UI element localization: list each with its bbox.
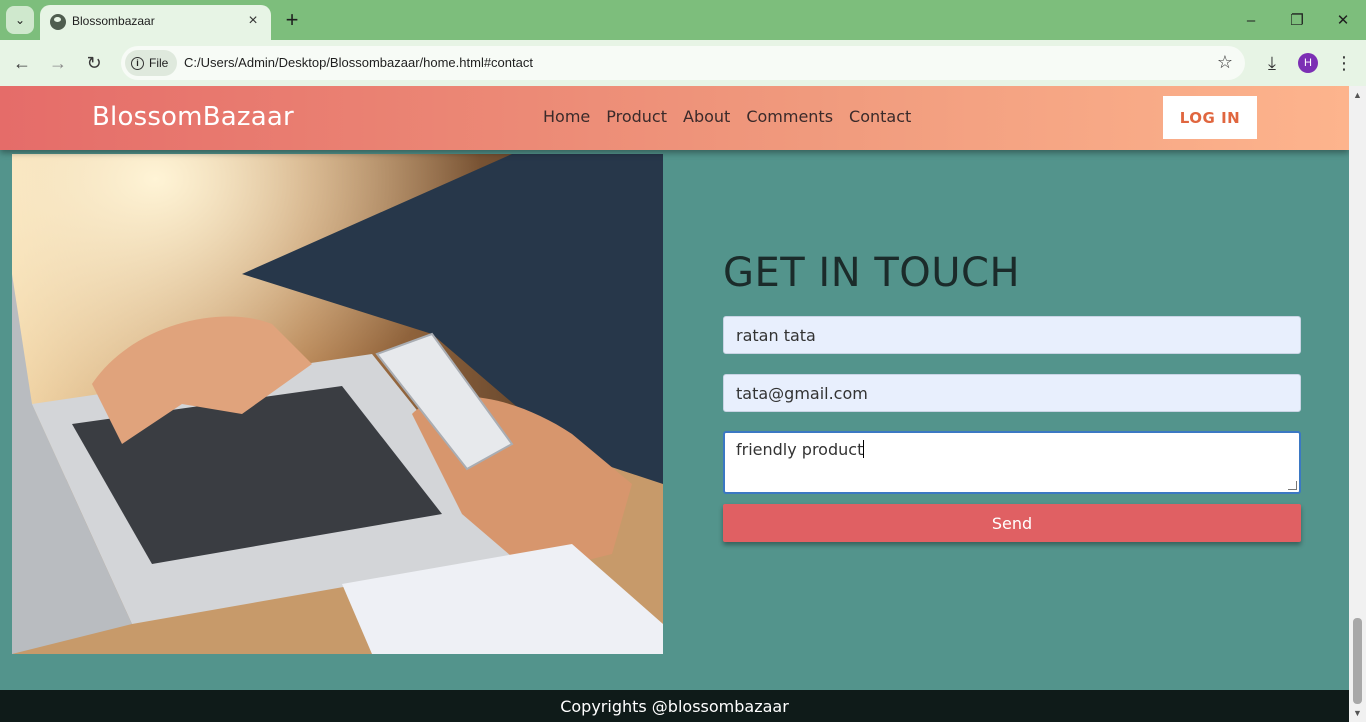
reload-button[interactable]: ↻ [82, 51, 106, 75]
tab-title: Blossombazaar [72, 14, 155, 28]
copyright-text: Copyrights @blossombazaar [560, 696, 789, 716]
close-icon: ✕ [1336, 12, 1350, 29]
restore-button[interactable]: ❐ [1282, 8, 1312, 32]
send-button[interactable]: Send [723, 504, 1301, 542]
tab-search-button[interactable]: ⌄ [6, 6, 34, 34]
restore-icon: ❐ [1290, 12, 1304, 29]
site-info-chip[interactable]: i File [125, 50, 177, 76]
page-scrollbar[interactable]: ▲ ▼ [1349, 86, 1366, 722]
name-input[interactable]: ratan tata [723, 316, 1301, 354]
contact-photo [12, 154, 663, 654]
chevron-down-icon: ⌄ [14, 13, 26, 27]
close-window-button[interactable]: ✕ [1328, 8, 1358, 32]
scroll-down-icon[interactable]: ▼ [1353, 708, 1362, 718]
more-vert-icon: ⋮ [1335, 52, 1353, 73]
back-button[interactable]: ← [10, 51, 34, 75]
page-viewport: BlossomBazaar Home Product About Comment… [0, 86, 1349, 722]
nav-home[interactable]: Home [543, 107, 590, 126]
site-header: BlossomBazaar Home Product About Comment… [0, 86, 1349, 150]
site-logo[interactable]: BlossomBazaar [92, 102, 294, 132]
site-footer: Copyrights @blossombazaar [0, 690, 1349, 722]
url-text[interactable]: C:/Users/Admin/Desktop/Blossombazaar/hom… [184, 55, 533, 70]
text-caret [863, 440, 865, 458]
address-bar[interactable]: i File C:/Users/Admin/Desktop/Blossombaz… [121, 46, 1245, 80]
browser-toolbar: ← → ↻ i File C:/Users/Admin/Desktop/Blos… [0, 40, 1366, 86]
site-info-label: File [149, 56, 169, 70]
scrollbar-thumb[interactable] [1353, 618, 1362, 704]
minimize-icon: – [1246, 11, 1256, 29]
login-button[interactable]: LOG IN [1163, 96, 1257, 139]
browser-menu-button[interactable]: ⋮ [1332, 51, 1356, 75]
download-icon: ⤓ [1268, 52, 1276, 73]
close-tab-icon[interactable]: × [243, 11, 263, 31]
browser-tab[interactable]: Blossombazaar × [40, 5, 271, 40]
bookmark-star-icon[interactable]: ☆ [1217, 52, 1233, 73]
plus-icon: + [285, 7, 299, 32]
message-text: friendly product [736, 440, 864, 459]
arrow-right-icon: → [49, 52, 67, 73]
nav-product[interactable]: Product [606, 107, 667, 126]
nav-about[interactable]: About [683, 107, 730, 126]
scroll-up-icon[interactable]: ▲ [1353, 90, 1362, 100]
browser-tab-strip: ⌄ Blossombazaar × + – ❐ ✕ [0, 0, 1366, 40]
resize-handle-icon[interactable] [1288, 481, 1297, 490]
main-nav: Home Product About Comments Contact [543, 107, 911, 126]
info-icon: i [131, 56, 144, 70]
email-input[interactable]: tata@gmail.com [723, 374, 1301, 412]
globe-icon [50, 14, 66, 30]
laptop-phone-image [12, 154, 663, 654]
contact-heading: GET IN TOUCH [723, 250, 1021, 296]
forward-button[interactable]: → [46, 51, 70, 75]
message-textarea[interactable]: friendly product [723, 431, 1301, 494]
reload-icon: ↻ [86, 52, 102, 73]
nav-contact[interactable]: Contact [849, 107, 911, 126]
new-tab-button[interactable]: + [280, 7, 304, 32]
downloads-button[interactable]: ⤓ [1260, 51, 1284, 75]
minimize-button[interactable]: – [1236, 8, 1266, 32]
arrow-left-icon: ← [13, 52, 31, 73]
nav-comments[interactable]: Comments [746, 107, 833, 126]
profile-avatar[interactable]: H [1298, 53, 1318, 73]
